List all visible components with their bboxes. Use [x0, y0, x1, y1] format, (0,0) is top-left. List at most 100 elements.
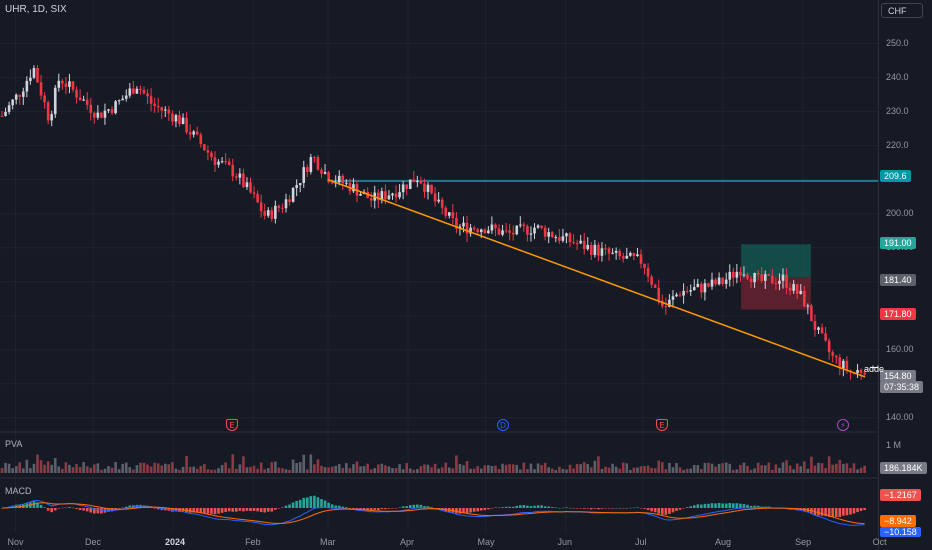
- volume-bar: [245, 467, 249, 473]
- macd-histogram-bar: [685, 507, 689, 508]
- candle-body: [607, 248, 611, 254]
- macd-histogram-bar: [188, 508, 192, 513]
- macd-histogram-bar: [235, 508, 238, 512]
- candle-body: [277, 205, 281, 208]
- candle-body: [195, 131, 199, 135]
- candle-body: [536, 225, 540, 228]
- volume-bar: [309, 454, 313, 473]
- macd-histogram-bar: [536, 505, 540, 508]
- macd-histogram-bar: [863, 508, 866, 510]
- macd-histogram-bar: [526, 505, 529, 508]
- volume-bar: [334, 465, 337, 473]
- candle-body: [75, 89, 78, 98]
- volume-bar: [178, 469, 181, 473]
- volume-bar: [813, 465, 817, 473]
- currency-button[interactable]: CHF: [881, 3, 923, 18]
- candle-body: [68, 81, 71, 87]
- candle-body: [433, 193, 437, 202]
- macd-pane-label[interactable]: MACD: [5, 486, 32, 496]
- volume-bar: [831, 464, 834, 473]
- candle-body: [582, 240, 586, 250]
- candle-body: [611, 252, 614, 254]
- macd-histogram-bar: [604, 508, 607, 509]
- macd-histogram-bar: [380, 508, 384, 510]
- volume-bar: [519, 469, 522, 473]
- candle-body: [586, 244, 590, 250]
- macd-histogram-bar: [593, 508, 597, 509]
- candle-body: [792, 284, 795, 291]
- macd-histogram-bar: [43, 507, 46, 508]
- macd-line: [1, 499, 865, 526]
- volume-bar: [661, 462, 664, 473]
- macd-histogram-bar: [852, 508, 856, 514]
- volume-bars: [0, 454, 866, 473]
- volume-bar: [565, 469, 568, 473]
- earnings-icon[interactable]: E: [226, 419, 238, 431]
- volume-bar: [611, 463, 614, 473]
- volume-bar: [369, 469, 373, 473]
- candle-body: [281, 207, 284, 209]
- macd-histogram-bar: [391, 508, 394, 509]
- macd-histogram-bar: [554, 507, 558, 508]
- earnings-icon[interactable]: E: [656, 419, 668, 431]
- volume-bar: [678, 467, 682, 473]
- macd-histogram-bar: [46, 508, 50, 511]
- time-tick-label: Sep: [795, 537, 812, 547]
- time-tick-label: May: [477, 537, 495, 547]
- macd-histogram-bar: [309, 496, 313, 508]
- candle-body: [753, 272, 756, 283]
- candle-body: [440, 199, 444, 208]
- candle-body: [533, 227, 536, 234]
- volume-bar: [284, 469, 288, 473]
- candle-body: [11, 99, 14, 106]
- candle-body: [621, 256, 625, 259]
- macd-histogram-bar: [490, 508, 494, 509]
- macd-value-tag: −10.158: [880, 527, 921, 537]
- macd-histogram-bar: [149, 507, 153, 508]
- volume-bar: [593, 460, 597, 473]
- volume-bar: [135, 465, 139, 473]
- candle-body: [717, 277, 721, 285]
- candle-body: [728, 271, 732, 280]
- macd-histogram-bar: [508, 506, 511, 508]
- hline-price-tag: 209.6: [880, 170, 911, 182]
- macd-histogram-bar: [256, 508, 259, 512]
- candle-body: [391, 193, 394, 196]
- macd-histogram-bar: [238, 508, 242, 511]
- volume-bar: [68, 464, 71, 473]
- drawing-annotation-text[interactable]: adde: [864, 364, 884, 374]
- volume-bar: [575, 463, 579, 473]
- candle-body: [345, 182, 348, 184]
- macd-histogram-bar: [664, 508, 668, 515]
- volume-bar: [724, 462, 728, 473]
- macd-histogram-bar: [245, 508, 249, 511]
- chart-canvas[interactable]: [0, 0, 932, 550]
- volume-bar: [597, 456, 600, 473]
- candle-body: [142, 89, 146, 94]
- macd-histogram-bar: [696, 504, 700, 508]
- candle-body: [817, 327, 820, 330]
- volume-bar: [185, 456, 188, 473]
- macd-histogram-bar: [621, 508, 625, 509]
- volume-bar: [288, 469, 291, 473]
- candle-body: [430, 184, 433, 194]
- volume-bar: [838, 459, 842, 473]
- macd-histogram-bar: [558, 507, 561, 509]
- volume-pane-label[interactable]: PVA: [5, 439, 22, 449]
- macd-histogram-bar: [465, 508, 469, 514]
- split-icon[interactable]: ⚡: [837, 419, 849, 431]
- candle-body: [515, 225, 519, 235]
- volume-bar: [444, 462, 448, 473]
- volume-bar: [380, 463, 384, 473]
- symbol-title[interactable]: UHR, 1D, SIX: [5, 4, 67, 15]
- candle-body: [0, 115, 4, 117]
- macd-histogram-bar: [575, 508, 579, 509]
- dividend-icon[interactable]: D: [497, 419, 509, 431]
- candle-body: [590, 244, 593, 256]
- volume-bar: [625, 463, 629, 473]
- macd-histogram-bar: [217, 508, 220, 514]
- macd-histogram-bar: [834, 508, 838, 517]
- macd-histogram-bar: [675, 508, 678, 511]
- macd-histogram-bar: [263, 508, 266, 513]
- macd-histogram-bar: [206, 508, 210, 514]
